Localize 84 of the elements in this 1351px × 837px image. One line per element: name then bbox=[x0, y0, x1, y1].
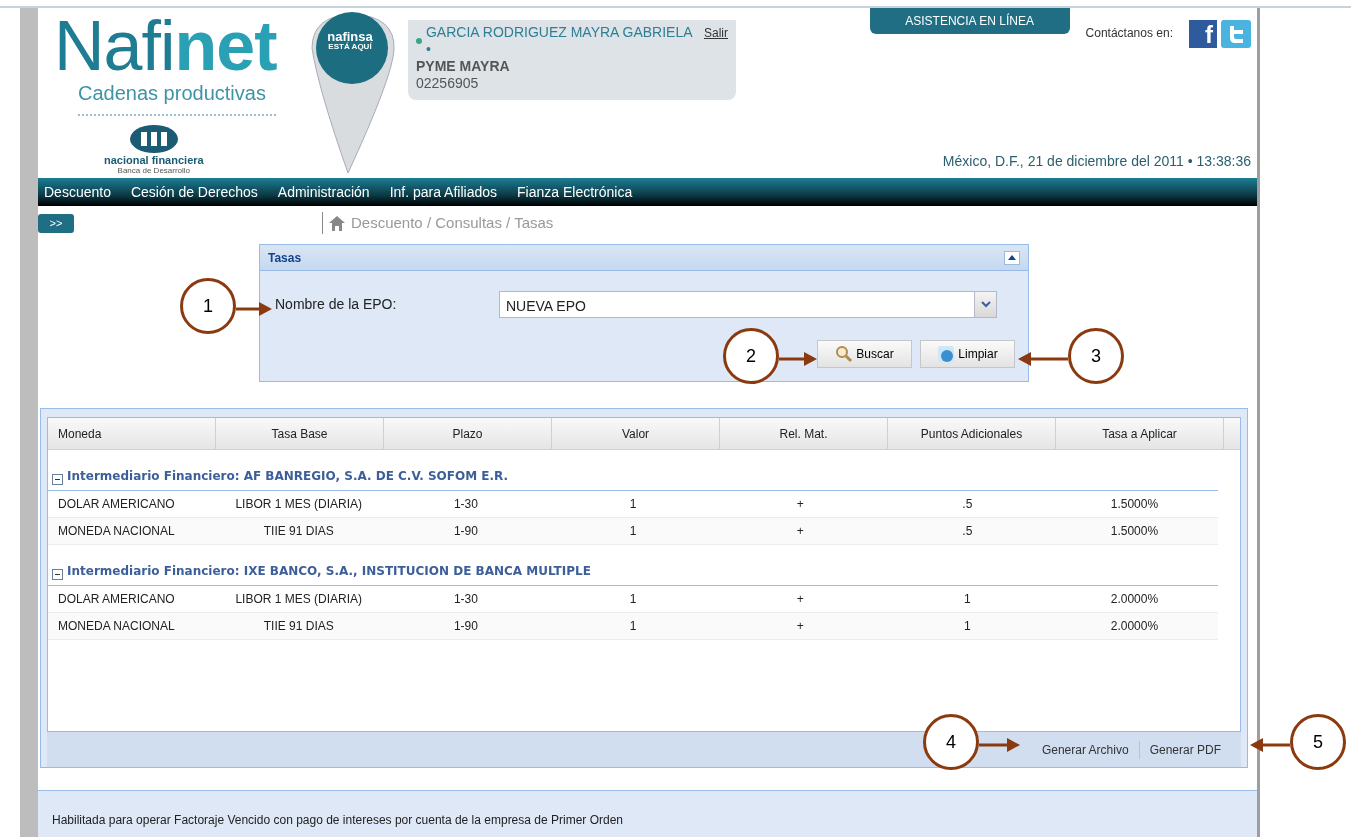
callout-number: 5 bbox=[1290, 714, 1346, 770]
home-icon[interactable] bbox=[329, 215, 345, 231]
table-cell-text: 1 bbox=[628, 618, 638, 635]
pdf-link[interactable]: Generar PDF bbox=[1138, 740, 1231, 759]
institution-subtitle: Banca de Desarrollo bbox=[117, 166, 191, 175]
column-header[interactable]: Tasa a Aplicar bbox=[1056, 418, 1224, 449]
table-cell-text: 1-90 bbox=[452, 523, 479, 540]
clear-button[interactable]: Limpiar bbox=[920, 340, 1015, 368]
facebook-icon[interactable]: f bbox=[1189, 20, 1217, 48]
callout-number: 1 bbox=[180, 278, 236, 334]
assistance-button[interactable]: ASISTENCIA EN LÍNEA bbox=[869, 8, 1070, 34]
table-cell-text: 1-90 bbox=[452, 618, 479, 635]
menu-item[interactable]: Fianza Electrónica bbox=[517, 181, 633, 203]
arrow bbox=[979, 738, 1020, 752]
group-title: Intermediario Financiero: IXE BANCO, S.A., INSTITUCION DE BANCA MULTIPLE bbox=[67, 563, 591, 580]
table-cell-text: 2.0000% bbox=[1109, 591, 1160, 608]
arrow bbox=[236, 302, 272, 316]
table-cell-text: LIBOR 1 MES (DIARIA) bbox=[234, 591, 364, 608]
callout-number: 3 bbox=[1068, 328, 1124, 384]
field-label: Nombre de la EPO: bbox=[275, 295, 398, 314]
table-cell-text: 1 bbox=[628, 591, 638, 608]
menu-item[interactable]: Administración bbox=[277, 181, 370, 203]
epo-select[interactable]: NUEVA EPO bbox=[499, 291, 997, 318]
collapse-button[interactable] bbox=[1004, 250, 1020, 265]
table-cell-text: .5 bbox=[961, 523, 974, 540]
menu-item[interactable]: Descuento bbox=[44, 181, 111, 203]
table-cell-text: 2.0000% bbox=[1109, 618, 1160, 635]
column-header[interactable]: Plazo bbox=[384, 418, 552, 449]
notice-text: Habilitada para operar Factoraje Vencido con pago de intereses por cuenta de la empresa de Primer Orden bbox=[38, 790, 1257, 837]
table-cell-text: 1 bbox=[962, 618, 972, 635]
institution-logo-icon bbox=[128, 124, 179, 154]
search-button[interactable]: Buscar bbox=[817, 340, 912, 368]
institution-name: nacional financiera bbox=[104, 154, 204, 166]
collapse-icon[interactable] bbox=[52, 474, 63, 485]
export-link[interactable]: Generar Archivo bbox=[1031, 740, 1139, 759]
menu-item[interactable]: Cesión de Derechos bbox=[130, 181, 258, 203]
contact-label: Contáctanos en: bbox=[1085, 25, 1173, 42]
user-name: GARCIA RODRIGUEZ MAYRA GABRIELA • bbox=[426, 24, 694, 58]
table-cell-text: DOLAR AMERICANO bbox=[57, 591, 176, 608]
column-header[interactable]: Valor bbox=[552, 418, 720, 449]
column-header[interactable]: Moneda bbox=[48, 418, 216, 449]
caret-up-icon bbox=[1007, 253, 1017, 262]
table-cell-text: + bbox=[795, 523, 805, 540]
column-header[interactable]: Puntos Adicionales bbox=[888, 418, 1056, 449]
date-time: México, D.F., 21 de diciembre del 2011 • 13:38:36 bbox=[942, 152, 1251, 171]
arrow bbox=[1018, 352, 1068, 366]
pin-label: ESTÁ AQUÍ bbox=[327, 42, 374, 52]
chevron-down-icon bbox=[980, 301, 991, 308]
menu-item[interactable]: Inf. para Afiliados bbox=[389, 181, 498, 203]
arrow bbox=[779, 352, 817, 366]
table-cell-text: 1-30 bbox=[452, 591, 479, 608]
column-header[interactable]: Tasa Base bbox=[216, 418, 384, 449]
status-dot-icon bbox=[416, 38, 422, 44]
table-cell-text: + bbox=[795, 496, 805, 513]
company-name: PYME MAYRA bbox=[416, 58, 511, 75]
logo-tagline: Cadenas productivas bbox=[78, 78, 276, 116]
table-cell-text: TIIE 91 DIAS bbox=[262, 618, 335, 635]
magnifier-icon bbox=[835, 345, 854, 363]
group-title: Intermediario Financiero: AF BANREGIO, S.A. DE C.V. SOFOM E.R. bbox=[67, 468, 509, 485]
table-cell-text: TIIE 91 DIAS bbox=[262, 523, 335, 540]
logout-link[interactable]: Salir bbox=[704, 25, 728, 42]
collapse-icon[interactable] bbox=[52, 569, 63, 580]
table-cell-text: 1 bbox=[628, 523, 638, 540]
dropdown-button[interactable] bbox=[974, 292, 996, 317]
table-cell-text: 1 bbox=[962, 591, 972, 608]
table-cell-text: MONEDA NACIONAL bbox=[57, 523, 176, 540]
expand-sidebar-button[interactable]: >> bbox=[38, 213, 74, 233]
table-cell-text: DOLAR AMERICANO bbox=[57, 496, 176, 513]
user-number: 02256905 bbox=[416, 75, 480, 92]
table-cell-text: 1-30 bbox=[452, 496, 479, 513]
table-cell-text: 1 bbox=[628, 496, 638, 513]
panel-title: Tasas bbox=[268, 249, 302, 267]
breadcrumb: Descuento / Consultas / Tasas bbox=[351, 212, 554, 233]
pin-label: nafinsa bbox=[326, 32, 374, 42]
table-cell-text: MONEDA NACIONAL bbox=[57, 618, 176, 635]
table-cell-text: 1.5000% bbox=[1109, 496, 1160, 513]
table-cell-text: LIBOR 1 MES (DIARIA) bbox=[234, 496, 364, 513]
column-header[interactable]: Rel. Mat. bbox=[720, 418, 888, 449]
arrow bbox=[1250, 738, 1290, 752]
table-cell-text: 1.5000% bbox=[1109, 523, 1160, 540]
table-cell-text: + bbox=[795, 618, 805, 635]
table-cell-text: .5 bbox=[961, 496, 974, 513]
table-cell-text: + bbox=[795, 591, 805, 608]
logo-wordmark: Nafinet bbox=[54, 14, 277, 78]
